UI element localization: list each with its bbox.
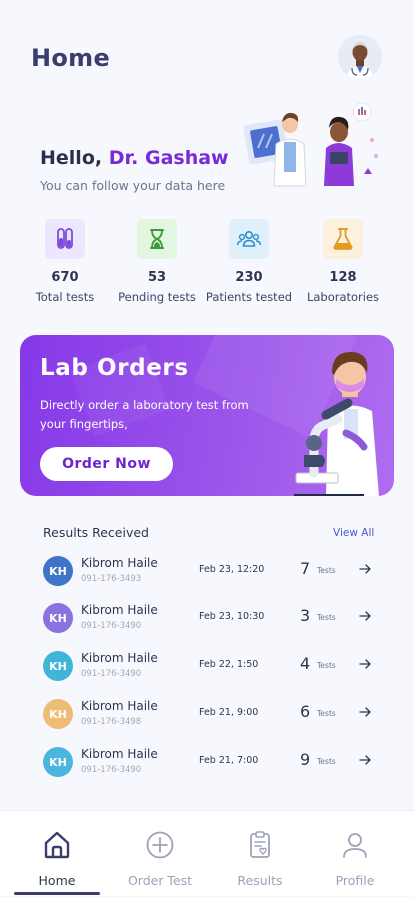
arrow-right-icon[interactable] bbox=[358, 753, 372, 767]
stat-total-tests[interactable]: 670 Total tests bbox=[17, 219, 113, 304]
view-all-link[interactable]: View All bbox=[333, 527, 374, 539]
arrow-right-icon[interactable] bbox=[358, 562, 372, 576]
patient-avatar: KH bbox=[43, 603, 73, 633]
patient-phone: 091-176-3490 bbox=[81, 621, 142, 631]
flask-icon bbox=[333, 228, 353, 250]
arrow-right-icon[interactable] bbox=[358, 609, 372, 623]
nav-profile[interactable]: Profile bbox=[303, 811, 407, 897]
patient-name: Kibrom Haile bbox=[81, 747, 158, 761]
nav-order-test[interactable]: Order Test bbox=[108, 811, 212, 897]
doctor-avatar-icon bbox=[338, 35, 382, 79]
test-count: 3 bbox=[300, 606, 311, 625]
bottom-navigation: Home Order Test Results Profile bbox=[0, 810, 414, 896]
stat-pending-tests[interactable]: 53 Pending tests bbox=[109, 219, 205, 304]
banner-subtitle: Directly order a laboratory test from yo… bbox=[40, 398, 249, 431]
order-now-button[interactable]: Order Now bbox=[40, 447, 173, 481]
doctors-illustration bbox=[244, 102, 378, 187]
nav-home-label: Home bbox=[38, 873, 76, 888]
result-date: Feb 23, 12:20 bbox=[199, 564, 265, 575]
tests-label: Tests bbox=[317, 757, 336, 766]
patient-name: Kibrom Haile bbox=[81, 603, 158, 617]
stat-patients-tested[interactable]: 230 Patients tested bbox=[201, 219, 297, 304]
banner-title: Lab Orders bbox=[40, 355, 189, 381]
test-tubes-icon bbox=[57, 228, 73, 249]
page-title: Home bbox=[31, 44, 111, 72]
stat-laboratories-label: Laboratories bbox=[306, 290, 380, 304]
patient-avatar: KH bbox=[43, 651, 73, 681]
stat-patients-tested-value: 230 bbox=[235, 270, 263, 285]
result-row[interactable]: KH Kibrom Haile 091-176-3498 Feb 21, 9:0… bbox=[0, 696, 414, 732]
stat-laboratories-tile bbox=[323, 219, 363, 259]
stat-total-tests-tile bbox=[45, 219, 85, 259]
lab-orders-banner: Lab Orders Directly order a laboratory t… bbox=[20, 335, 394, 496]
nav-active-indicator bbox=[14, 892, 100, 895]
patient-phone: 091-176-3498 bbox=[81, 717, 142, 727]
profile-avatar[interactable] bbox=[338, 35, 382, 79]
result-row[interactable]: KH Kibrom Haile 091-176-3493 Feb 23, 12:… bbox=[0, 553, 414, 589]
greeting-hello: Hello, bbox=[40, 147, 103, 169]
nav-home[interactable]: Home bbox=[5, 811, 109, 897]
patient-name: Kibrom Haile bbox=[81, 699, 158, 713]
patient-name: Kibrom Haile bbox=[81, 556, 158, 570]
people-icon bbox=[236, 231, 262, 247]
result-date: Feb 21, 7:00 bbox=[199, 755, 259, 766]
stat-total-tests-value: 670 bbox=[51, 270, 79, 285]
patient-avatar: KH bbox=[43, 699, 73, 729]
clipboard-icon bbox=[250, 831, 270, 858]
plus-circle-icon bbox=[146, 831, 174, 859]
stat-pending-tests-label: Pending tests bbox=[118, 290, 196, 304]
arrow-right-icon[interactable] bbox=[358, 705, 372, 719]
greeting-subtitle: You can follow your data here bbox=[40, 178, 226, 193]
tests-label: Tests bbox=[317, 613, 336, 622]
hourglass-icon bbox=[150, 229, 164, 249]
stat-patients-tested-label: Patients tested bbox=[205, 290, 293, 304]
stat-pending-tests-tile bbox=[137, 219, 177, 259]
nav-order-test-label: Order Test bbox=[127, 873, 193, 888]
scientist-microscope-illustration bbox=[294, 351, 379, 496]
patient-phone: 091-176-3493 bbox=[81, 574, 142, 584]
stat-laboratories-value: 128 bbox=[329, 270, 357, 285]
arrow-right-icon[interactable] bbox=[358, 657, 372, 671]
tests-label: Tests bbox=[317, 566, 336, 575]
user-icon bbox=[343, 833, 367, 858]
result-date: Feb 22, 1:50 bbox=[199, 659, 259, 670]
stat-laboratories[interactable]: 128 Laboratories bbox=[295, 219, 391, 304]
result-date: Feb 23, 10:30 bbox=[199, 611, 265, 622]
test-count: 9 bbox=[300, 750, 311, 769]
patient-avatar: KH bbox=[43, 556, 73, 586]
nav-profile-label: Profile bbox=[335, 873, 375, 888]
home-icon bbox=[44, 831, 70, 859]
stat-patients-tested-tile bbox=[229, 219, 269, 259]
test-count: 4 bbox=[300, 654, 311, 673]
result-date: Feb 21, 9:00 bbox=[199, 707, 259, 718]
stat-pending-tests-value: 53 bbox=[147, 270, 167, 285]
patient-phone: 091-176-3490 bbox=[81, 765, 142, 775]
patient-phone: 091-176-3490 bbox=[81, 669, 142, 679]
greeting-heading: Hello, Dr. Gashaw bbox=[40, 147, 229, 169]
greeting-doctor-name: Dr. Gashaw bbox=[108, 147, 229, 169]
result-row[interactable]: KH Kibrom Haile 091-176-3490 Feb 22, 1:5… bbox=[0, 648, 414, 684]
stat-total-tests-label: Total tests bbox=[35, 290, 95, 304]
patient-name: Kibrom Haile bbox=[81, 651, 158, 665]
result-row[interactable]: KH Kibrom Haile 091-176-3490 Feb 21, 7:0… bbox=[0, 744, 414, 780]
tests-label: Tests bbox=[317, 661, 336, 670]
patient-avatar: KH bbox=[43, 747, 73, 777]
results-section-title: Results Received bbox=[43, 525, 149, 540]
nav-results[interactable]: Results bbox=[208, 811, 312, 897]
test-count: 6 bbox=[300, 702, 311, 721]
nav-results-label: Results bbox=[237, 873, 283, 888]
tests-label: Tests bbox=[317, 709, 336, 718]
result-row[interactable]: KH Kibrom Haile 091-176-3490 Feb 23, 10:… bbox=[0, 600, 414, 636]
test-count: 7 bbox=[300, 559, 311, 578]
